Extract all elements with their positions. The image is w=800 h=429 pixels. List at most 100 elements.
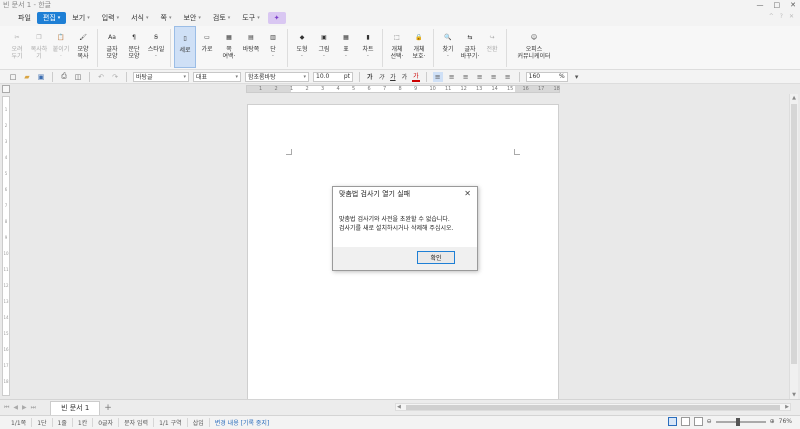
chevron-down-icon: ▾ bbox=[168, 15, 172, 21]
open-folder-icon[interactable]: ▰ bbox=[22, 72, 32, 82]
ruler-tick: 2 bbox=[274, 86, 278, 92]
horizontal-scrollbar[interactable]: ◀ ▶ bbox=[395, 403, 791, 411]
ribbon-button-copy[interactable]: ❐ 복사하기 bbox=[28, 26, 50, 68]
zoom-out-icon[interactable]: ⊖ bbox=[707, 418, 712, 425]
extension-button[interactable]: ✦ bbox=[267, 12, 286, 24]
tab-first-icon[interactable]: ⏮ bbox=[4, 404, 9, 412]
hscroll-thumb[interactable] bbox=[406, 405, 780, 410]
underline-button[interactable]: 가 bbox=[389, 72, 397, 81]
tab-last-icon[interactable]: ⏭ bbox=[31, 404, 36, 412]
ribbon-button-picture[interactable]: ▣ 그림 · bbox=[313, 26, 335, 68]
font-size-input[interactable]: 10.0 pt bbox=[313, 71, 353, 82]
ribbon-button-object-protect[interactable]: 🔒 개체 보호· bbox=[408, 26, 430, 68]
minimize-button[interactable]: — bbox=[757, 1, 764, 9]
zoom-slider-knob[interactable] bbox=[735, 417, 740, 426]
ribbon-button-style[interactable]: Ꞩ 스타일 · bbox=[145, 26, 167, 68]
menu-edit[interactable]: 편집 ▾ bbox=[36, 12, 67, 24]
ribbon-button-shape[interactable]: ◆ 도형 · bbox=[291, 26, 313, 68]
status-insert-mode[interactable]: 삽입 bbox=[188, 418, 210, 427]
ribbon-button-paste[interactable]: 📋 붙이기 · bbox=[50, 26, 72, 68]
font-color-button[interactable]: 가 bbox=[412, 71, 420, 82]
fit-width-icon[interactable] bbox=[680, 417, 690, 426]
ribbon-button-office-community[interactable]: ☺ 오피스 커뮤니케이터 bbox=[510, 26, 558, 68]
tab-next-icon[interactable]: ▶ bbox=[22, 404, 27, 412]
ribbon-collapse-button[interactable]: ^ bbox=[769, 13, 774, 20]
ribbon-button-page-bg[interactable]: ▤ 바탕쪽 bbox=[240, 26, 262, 68]
ok-button[interactable]: 확인 bbox=[417, 251, 455, 264]
vertical-ruler[interactable]: 1 2 3 4 5 6 7 8 9 10 11 12 13 14 15 16 17 18 bbox=[2, 96, 10, 396]
scroll-up-icon[interactable]: ▲ bbox=[790, 94, 798, 102]
align-center-icon[interactable]: ≡ bbox=[461, 72, 471, 82]
style-select[interactable]: 바탕글 ▾ bbox=[133, 71, 189, 82]
scroll-right-icon[interactable]: ▶ bbox=[785, 404, 789, 410]
tab-prev-icon[interactable]: ◀ bbox=[13, 404, 18, 412]
close-icon[interactable]: ✕ bbox=[464, 189, 471, 198]
maximize-button[interactable]: □ bbox=[774, 1, 781, 9]
horizontal-ruler[interactable]: 1 2 1 2 3 4 5 6 7 8 9 10 11 12 13 14 15 16 17 18 bbox=[246, 85, 560, 93]
new-doc-icon[interactable]: □ bbox=[8, 72, 18, 82]
menu-insert[interactable]: 입력 ▾ bbox=[96, 12, 125, 24]
vertical-scrollbar[interactable]: ▲ ▼ bbox=[789, 94, 798, 399]
ribbon-button-portrait[interactable]: ▯ 세로 bbox=[174, 26, 196, 68]
menu-view[interactable]: 보기 ▾ bbox=[66, 12, 95, 24]
align-justify-icon[interactable]: ≡ bbox=[432, 71, 443, 82]
horizontal-ruler-row: 1 2 1 2 3 4 5 6 7 8 9 10 11 12 13 14 15 16 17 18 bbox=[0, 84, 800, 94]
menu-page[interactable]: 쪽 ▾ bbox=[155, 12, 178, 24]
zoom-in-icon[interactable]: ⊕ bbox=[770, 418, 775, 425]
ribbon-button-chart[interactable]: ▮ 차트 · bbox=[357, 26, 379, 68]
status-track-changes[interactable]: 변경 내용 [기록 중지] bbox=[210, 418, 275, 427]
print-icon[interactable]: ⎙ bbox=[59, 72, 69, 82]
ribbon-button-format-painter[interactable]: 🖌 모양 복사 bbox=[72, 26, 94, 68]
strikethrough-button[interactable]: 가 bbox=[401, 72, 409, 81]
ribbon-button-para-shape[interactable]: ¶ 문단 모양 bbox=[123, 26, 145, 68]
ribbon-button-landscape[interactable]: ▭ 가로 bbox=[196, 26, 218, 68]
zoom-select[interactable]: 160% bbox=[525, 71, 568, 82]
add-tab-button[interactable]: + bbox=[104, 403, 112, 413]
ribbon-button-scissors[interactable]: ✂ 오려 두기 bbox=[6, 26, 28, 68]
language-select[interactable]: 대표 ▾ bbox=[193, 71, 241, 82]
save-icon[interactable]: ▣ bbox=[36, 72, 46, 82]
font-select[interactable]: 함초롬바탕 ▾ bbox=[245, 71, 309, 82]
menu-review[interactable]: 검토 ▾ bbox=[207, 12, 236, 24]
menu-security[interactable]: 보안 ▾ bbox=[177, 12, 206, 24]
align-right-icon[interactable]: ≡ bbox=[475, 72, 485, 82]
zoom-slider[interactable] bbox=[715, 417, 766, 426]
scroll-left-icon[interactable]: ◀ bbox=[397, 404, 401, 410]
preview-icon[interactable]: ◫ bbox=[73, 72, 83, 82]
multi-page-icon[interactable] bbox=[693, 417, 703, 426]
chevron-down-icon[interactable]: ▾ bbox=[572, 72, 582, 82]
scroll-thumb[interactable] bbox=[791, 104, 797, 364]
undo-icon[interactable]: ↶ bbox=[96, 72, 106, 82]
zoom-level[interactable]: 76% bbox=[779, 418, 792, 425]
scroll-down-icon[interactable]: ▼ bbox=[790, 391, 798, 399]
bold-button[interactable]: 가 bbox=[366, 72, 374, 81]
align-left-icon[interactable]: ≡ bbox=[447, 72, 457, 82]
shape-icon: ◆ bbox=[299, 33, 305, 41]
distribute-icon[interactable]: ≡ bbox=[489, 72, 499, 82]
redo-icon[interactable]: ↷ bbox=[110, 72, 120, 82]
ribbon-button-margin[interactable]: ▦ 쪽 여백· bbox=[218, 26, 240, 68]
ribbon-button-table[interactable]: ▦ 표 · bbox=[335, 26, 357, 68]
close-doc-button[interactable]: ✕ bbox=[789, 13, 794, 20]
page-view-icon[interactable] bbox=[667, 417, 677, 426]
ribbon-button-goto[interactable]: ↪ 전환 bbox=[481, 26, 503, 68]
italic-button[interactable]: 가 bbox=[378, 72, 386, 81]
ribbon-button-object-select[interactable]: ⬚ 개체 선택· bbox=[386, 26, 408, 68]
chevron-down-icon: ▾ bbox=[146, 15, 149, 21]
close-window-button[interactable]: ✕ bbox=[790, 1, 796, 9]
align-split-icon[interactable]: ≡ bbox=[503, 72, 513, 82]
help-button[interactable]: ? bbox=[780, 13, 783, 20]
status-page[interactable]: 1/1쪽 bbox=[6, 418, 33, 427]
ribbon-button-column[interactable]: ▥ 단 · bbox=[262, 26, 284, 68]
ribbon-button-char-shape[interactable]: Aa 글자 모양 bbox=[101, 26, 123, 68]
tab-document-1[interactable]: 빈 문서 1 bbox=[50, 400, 101, 415]
menu-format[interactable]: 서식 ▾ bbox=[125, 12, 154, 24]
ribbon-divider bbox=[433, 29, 434, 67]
ruler-corner-button[interactable] bbox=[2, 85, 10, 93]
ruler-tick: 18 bbox=[553, 86, 560, 92]
ribbon-button-find[interactable]: 🔍 찾기 · bbox=[437, 26, 459, 68]
scissors-icon: ✂ bbox=[14, 33, 20, 41]
menu-file[interactable]: 파일 bbox=[12, 12, 37, 24]
ribbon-button-replace[interactable]: ⇆ 글자 바꾸기· bbox=[459, 26, 481, 68]
menu-tools[interactable]: 도구 ▾ bbox=[236, 12, 265, 24]
